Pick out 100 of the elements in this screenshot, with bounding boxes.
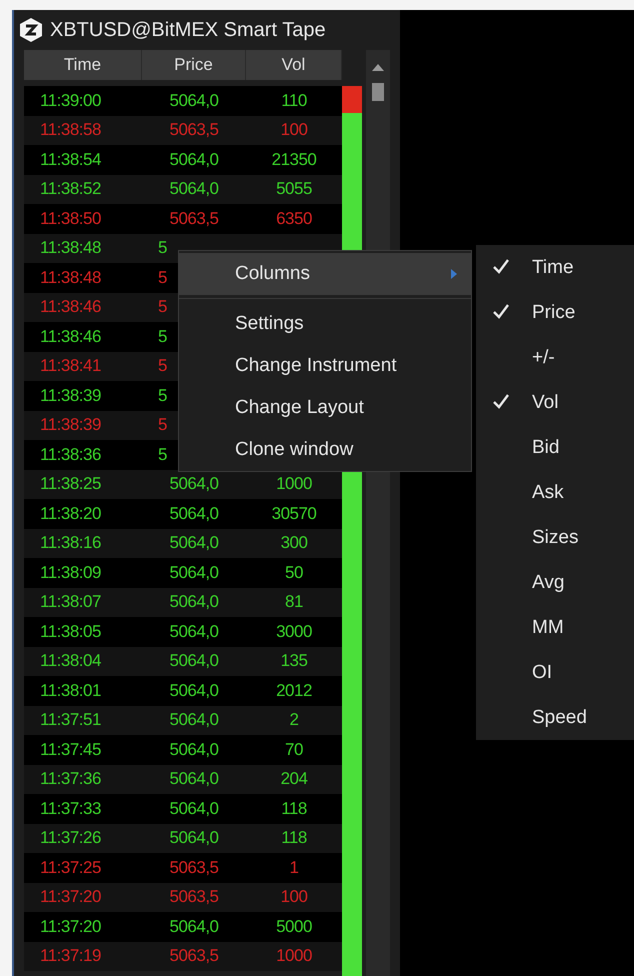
time-cell-text: 11:38:36 xyxy=(39,444,102,465)
time-cell-text: 11:37:45 xyxy=(39,740,102,760)
price-cell-text: 5064,0 xyxy=(168,740,220,760)
column-option[interactable]: Ask xyxy=(476,470,634,515)
volume-cell-text: 100 xyxy=(280,120,308,140)
time-cell-text: 11:38:48 xyxy=(39,238,102,258)
volume-cell-text: 1000 xyxy=(275,474,313,494)
column-option[interactable]: OI xyxy=(476,650,634,695)
volume-cell-text: 2012 xyxy=(275,680,313,701)
scroll-thumb[interactable] xyxy=(372,83,384,101)
column-header[interactable]: Price xyxy=(142,50,246,80)
column-option[interactable]: Time xyxy=(476,245,634,290)
time-cell-text: 11:38:04 xyxy=(39,651,102,672)
volume-cell-text: 118 xyxy=(280,798,308,819)
price-cell-text: 5 xyxy=(157,238,168,258)
column-option[interactable]: +/- xyxy=(476,335,634,380)
time-cell-text: 11:37:20 xyxy=(39,887,102,908)
price-cell-text: 5 xyxy=(157,326,168,347)
price-cell-text: 5064,0 xyxy=(168,798,220,819)
time-cell-text: 11:38:05 xyxy=(39,622,102,642)
time-cell-text: 11:38:50 xyxy=(39,208,102,229)
time-cell-text: 11:38:46 xyxy=(39,326,102,347)
price-cell-text: 5064,0 xyxy=(168,562,220,583)
time-cell-text: 11:38:58 xyxy=(39,120,102,140)
volume-cell-text: 1 xyxy=(288,858,300,878)
price-cell-text: 5064,0 xyxy=(168,651,220,672)
column-option[interactable]: Vol xyxy=(476,380,634,425)
time-cell-text: 11:37:20 xyxy=(39,916,102,937)
volume-cell-text: 118 xyxy=(280,828,308,848)
time-cell-text: 11:38:16 xyxy=(39,533,102,554)
volume-cell-text: 135 xyxy=(280,651,308,672)
volume-cell-text: 5055 xyxy=(275,179,313,200)
price-cell-text: 5 xyxy=(157,386,168,406)
menu-item[interactable]: Columns xyxy=(179,253,471,295)
price-cell-text: 5064,0 xyxy=(168,769,220,790)
submenu-arrow-icon xyxy=(451,269,457,279)
price-cell-text: 5064,0 xyxy=(168,504,220,524)
time-cell-text: 11:37:33 xyxy=(39,798,102,819)
volume-cell-text: 50 xyxy=(284,562,304,583)
time-cell-text: 11:37:19 xyxy=(39,946,102,966)
time-cell-text: 11:38:07 xyxy=(39,592,102,612)
volume-cell-text: 5000 xyxy=(275,916,313,937)
price-cell-text: 5063,5 xyxy=(168,887,220,908)
price-cell-text: 5064,0 xyxy=(168,592,220,612)
menu-item[interactable]: Change Layout xyxy=(179,387,471,429)
time-cell-text: 11:38:54 xyxy=(39,150,102,170)
check-icon xyxy=(492,393,510,409)
time-cell-text: 11:38:48 xyxy=(39,268,102,288)
check-icon xyxy=(492,303,510,319)
volume-cell-text: 2 xyxy=(288,710,300,730)
column-header[interactable]: Vol xyxy=(246,50,342,80)
price-cell-text: 5064,0 xyxy=(168,916,220,937)
price-cell-text: 5064,0 xyxy=(168,179,220,200)
time-cell-text: 11:38:46 xyxy=(39,297,102,318)
logo-icon xyxy=(18,17,44,43)
column-option[interactable]: Price xyxy=(476,290,634,335)
price-cell-text: 5064,0 xyxy=(168,710,220,730)
column-option[interactable]: Speed xyxy=(476,695,634,740)
price-cell-text: 5063,5 xyxy=(168,208,220,229)
time-cell-text: 11:38:39 xyxy=(39,386,102,406)
price-cell-text: 5064,0 xyxy=(168,474,220,494)
volume-cell-text: 70 xyxy=(284,740,304,760)
price-cell-text: 5064,0 xyxy=(168,90,220,111)
price-cell-text: 5 xyxy=(157,297,168,318)
scroll-up-icon[interactable] xyxy=(372,64,384,71)
time-cell-text: 11:37:51 xyxy=(39,710,102,730)
column-option[interactable]: Sizes xyxy=(476,515,634,560)
volume-cell-text: 110 xyxy=(280,90,308,111)
time-cell-text: 11:37:25 xyxy=(39,858,102,878)
menu-item[interactable]: Settings xyxy=(179,303,471,345)
volume-cell-text: 100 xyxy=(280,887,308,908)
time-cell-text: 11:38:41 xyxy=(39,356,102,376)
volume-cell-text: 204 xyxy=(280,769,308,790)
price-cell-text: 5064,0 xyxy=(168,150,220,170)
volume-cell-text: 81 xyxy=(284,592,304,612)
price-cell-text: 5064,0 xyxy=(168,828,220,848)
menu-item[interactable]: Clone window xyxy=(179,429,471,471)
column-option[interactable]: Avg xyxy=(476,560,634,605)
time-cell-text: 11:38:25 xyxy=(39,474,102,494)
volume-cell-text: 3000 xyxy=(275,622,313,642)
time-cell-text: 11:37:26 xyxy=(39,828,102,848)
time-cell-text: 11:38:01 xyxy=(39,680,102,701)
time-cell-text: 11:39:00 xyxy=(39,90,102,111)
column-option[interactable]: Bid xyxy=(476,425,634,470)
volume-cell-text: 300 xyxy=(280,533,308,554)
column-header[interactable]: Time xyxy=(24,50,142,80)
time-cell-text: 11:38:20 xyxy=(39,504,102,524)
price-cell-text: 5064,0 xyxy=(168,680,220,701)
window-title: XBTUSD@BitMEX Smart Tape xyxy=(50,18,326,42)
time-cell-text: 11:38:09 xyxy=(39,562,102,583)
menu-item[interactable]: Change Instrument xyxy=(179,345,471,387)
price-cell-text: 5063,5 xyxy=(168,858,220,878)
price-cell-text: 5064,0 xyxy=(168,533,220,554)
price-cell-text: 5063,5 xyxy=(168,120,220,140)
volume-cell-text: 30570 xyxy=(270,504,318,524)
time-cell-text: 11:37:36 xyxy=(39,769,102,790)
volume-cell-text: 1000 xyxy=(275,946,313,966)
volume-cell-text: 21350 xyxy=(270,150,318,170)
price-cell-text: 5064,0 xyxy=(168,622,220,642)
column-option[interactable]: MM xyxy=(476,605,634,650)
